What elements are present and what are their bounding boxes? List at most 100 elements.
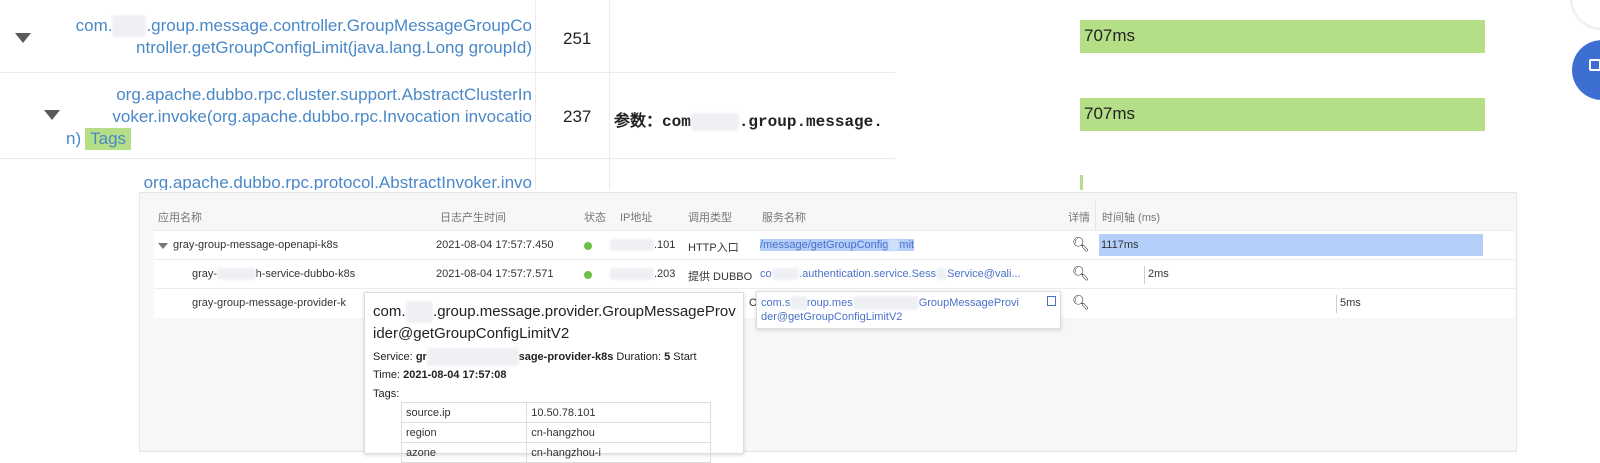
span-params: 参数：comxxxxx.group.message.: [614, 107, 883, 131]
timeline-duration: 2ms: [1148, 268, 1169, 280]
method-text: ntroller.getGroupConfigLimit(java.lang.L…: [136, 38, 532, 57]
collapse-caret-icon[interactable]: [44, 110, 60, 120]
params-text: .group.message.: [738, 113, 883, 131]
timeline-bar: [1336, 295, 1337, 313]
trace-tree-panel: com.xxxx.group.message.controller.GroupM…: [0, 0, 1600, 190]
service-text: /message/getGroupConfig: [760, 239, 889, 251]
zoom-detail-icon[interactable]: 🔍︎: [1072, 265, 1090, 282]
tag-key: region: [400, 422, 528, 443]
method-text: n): [66, 129, 82, 148]
method-text: .group.message.controller.GroupMessageGr…: [146, 16, 532, 35]
label: Duration:: [616, 351, 662, 363]
trace-row[interactable]: com.xxxx.group.message.controller.GroupM…: [0, 0, 895, 73]
float-menu-button[interactable]: [1572, 40, 1600, 100]
span-method-name[interactable]: org.apache.dubbo.rpc.protocol.AbstractIn…: [40, 172, 532, 190]
timeline-duration: 5ms: [1340, 297, 1361, 309]
label: Time:: [373, 369, 401, 381]
masked-text: xxx: [790, 296, 807, 310]
service-text: roup.mes: [806, 297, 853, 309]
service-full-name[interactable]: com.sxxxroup.mesxxxxxxxxxxxxGroupMessage…: [761, 296, 1019, 324]
service-text: com.s: [761, 297, 791, 309]
masked-text: xxxxxxxxxxxxxxx: [426, 348, 519, 366]
header-ip: IP地址: [620, 212, 653, 224]
value: sage-provider-k8s: [518, 351, 614, 363]
collapse-caret-icon[interactable]: [158, 243, 168, 249]
ip-text: .203: [654, 268, 676, 280]
duration-label: 707ms: [1084, 26, 1136, 45]
label: Start: [673, 351, 697, 363]
grid-icon: [1589, 59, 1600, 71]
duration-bar: [1080, 175, 1083, 190]
value: 2021-08-04 17:57:08: [403, 369, 507, 381]
service-text: mit: [899, 239, 915, 251]
service-text: .authentication.service.Sess: [799, 268, 937, 280]
zoom-detail-icon[interactable]: 🔍︎: [1072, 294, 1090, 311]
header-app: 应用名称: [158, 212, 202, 224]
timeline-bar: [1099, 234, 1483, 256]
params-text: 参数：com: [614, 113, 691, 131]
masked-text: xxxxx: [690, 113, 739, 131]
masked-text: xxxxxxxxxxxx: [852, 296, 919, 310]
ip-address: xxxxxxxx.203: [610, 268, 675, 280]
masked-text: xxxxxxxx: [610, 239, 654, 251]
status-dot: [584, 242, 592, 250]
status-dot: [584, 271, 592, 279]
span-method-name[interactable]: org.apache.dubbo.rpc.cluster.support.Abs…: [66, 84, 532, 150]
call-type: HTTP入口: [688, 242, 739, 254]
duration-bar: 707ms: [1080, 20, 1485, 53]
method-text: com.: [75, 16, 113, 35]
tag-key: source.ip: [400, 402, 528, 423]
tooltip-title: com.soul.group.message.provider.GroupMes…: [373, 301, 736, 345]
app-name: gray-group-message-openapi-k8s: [173, 239, 339, 251]
table-row[interactable]: gray-group-message-openapi-k8s 2021-08-0…: [154, 230, 1515, 260]
service-link[interactable]: /message/getGroupConfigxxmit: [760, 239, 915, 251]
masked-text: xxxxxxx: [217, 268, 256, 280]
title-text: com.: [373, 303, 406, 320]
header-service: 服务名称: [762, 212, 806, 224]
tooltip-service-line: Service: grxxxxxxxxxxxxxxxsage-provider-…: [373, 348, 697, 366]
table-row[interactable]: gray-xxxxxxxh-service-dubbo-k8s 2021-08-…: [154, 259, 1515, 289]
span-count: 237: [563, 107, 592, 126]
span-count: 251: [563, 29, 592, 48]
tags-label: Tags:: [373, 388, 400, 400]
tag-row: source.ip 10.50.78.101: [400, 402, 711, 423]
header-detail: 详情: [1068, 212, 1090, 224]
app-text: gray-: [192, 268, 218, 280]
service-text: der@getGroupConfigLimitV2: [761, 311, 903, 323]
value: 5: [664, 351, 671, 363]
service-text: Service@vali...: [947, 268, 1021, 280]
masked-text: xxxxxxxx: [610, 268, 654, 280]
ip-text: .101: [654, 239, 676, 251]
service-text: co: [760, 268, 772, 280]
timeline-bar: [1144, 266, 1145, 284]
title-text: .group.message.provider.GroupMessageProv: [433, 303, 736, 320]
masked-text: xxxxx: [771, 268, 800, 280]
zoom-detail-icon[interactable]: 🔍︎: [1072, 236, 1090, 253]
table-header: 应用名称 日志产生时间 状态 IP地址 调用类型 服务名称 详情 时间轴 (ms…: [154, 200, 1515, 230]
duration-label: 707ms: [1084, 104, 1136, 123]
trace-row[interactable]: org.apache.dubbo.rpc.cluster.support.Abs…: [0, 72, 895, 159]
masked-text: soul: [405, 301, 434, 323]
ip-address: xxxxxxxx.101: [610, 239, 675, 251]
title-text: ider@getGroupConfigLimitV2: [373, 325, 570, 342]
service-link[interactable]: coxxxxx.authentication.service.SessxxSer…: [760, 268, 1021, 280]
collapse-caret-icon[interactable]: [15, 33, 31, 43]
app-name: gray-group-message-provider-k: [192, 297, 347, 309]
tags-chip[interactable]: Tags: [85, 128, 132, 150]
span-detail-tooltip: com.soul.group.message.provider.GroupMes…: [364, 292, 744, 463]
label: Service:: [373, 351, 413, 363]
tag-key: azone: [400, 442, 528, 463]
masked-text: xxxx: [112, 15, 147, 37]
call-type: 提供 DUBBO: [688, 271, 753, 283]
log-time: 2021-08-04 17:57:7.571: [436, 268, 554, 280]
service-text: GroupMessageProvi: [918, 297, 1019, 309]
header-status: 状态: [584, 212, 606, 224]
service-name-popover: com.sxxxroup.mesxxxxxxxxxxxxGroupMessage…: [756, 291, 1061, 329]
tag-row: region cn-hangzhou: [400, 422, 711, 443]
share-button[interactable]: [1572, 0, 1600, 28]
tag-value: 10.50.78.101: [526, 402, 711, 423]
log-time: 2021-08-04 17:57:7.450: [436, 239, 554, 251]
masked-text: xx: [936, 268, 948, 280]
span-method-name[interactable]: com.xxxx.group.message.controller.GroupM…: [40, 15, 532, 59]
copy-icon[interactable]: [1047, 296, 1056, 306]
